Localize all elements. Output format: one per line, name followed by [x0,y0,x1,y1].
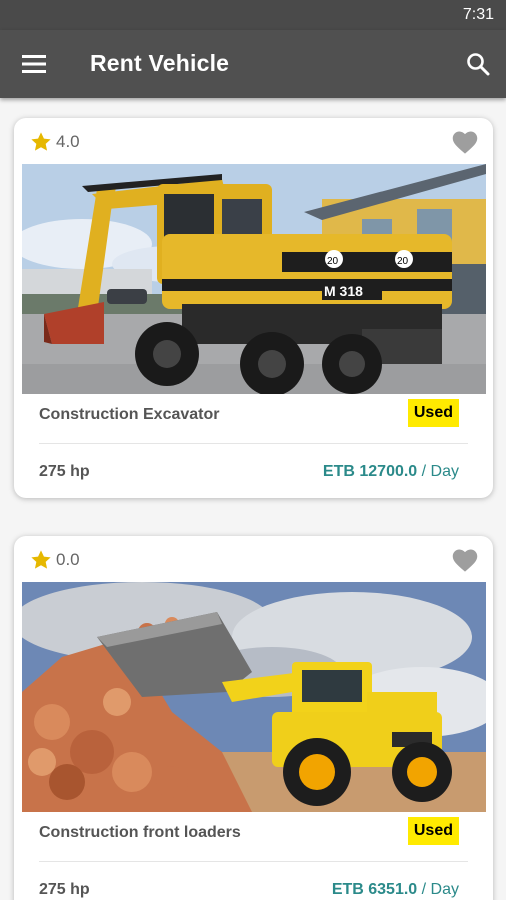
vehicle-name: Construction Excavator [39,406,220,423]
divider [39,861,468,862]
vehicle-list: 4.0 M 318 20 20 Construction Excavator U… [0,98,506,900]
condition-badge: Used [407,399,459,427]
rating-value: 0.0 [56,550,80,569]
rating-value: 4.0 [56,132,80,151]
search-icon [467,53,490,76]
divider [39,443,468,444]
rating: 4.0 [30,131,80,153]
status-bar: 7:31 [0,0,506,30]
price-unit: / Day [421,881,459,898]
heart-icon [452,131,478,154]
rating: 0.0 [30,549,80,571]
vehicle-card[interactable]: 4.0 M 318 20 20 Construction Excavator U… [14,118,493,498]
favorite-button[interactable] [451,547,479,573]
price-amount: ETB 12700.0 [322,463,418,480]
search-button[interactable] [460,47,496,81]
price-unit: / Day [421,463,459,480]
menu-button[interactable] [16,47,52,81]
price-amount: ETB 6351.0 [331,881,418,898]
vehicle-price: ETB 6351.0 / Day [332,881,459,899]
vehicle-power: 275 hp [39,881,90,898]
vehicle-card[interactable]: 0.0 Construction front loaders Used 275 … [14,536,493,900]
heart-icon [452,549,478,572]
vehicle-photo-front-loader [22,582,486,812]
excavator-number-right: 20 [397,256,409,267]
star-icon [31,550,51,569]
app-bar: Rent Vehicle [0,30,506,98]
vehicle-price: ETB 12700.0 / Day [323,463,459,481]
vehicle-name: Construction front loaders [39,824,241,841]
condition-badge: Used [407,817,459,845]
favorite-button[interactable] [451,129,479,155]
status-time: 7:31 [462,6,494,23]
hamburger-menu-icon [22,55,46,73]
page-title: Rent Vehicle [90,50,230,76]
vehicle-power: 275 hp [39,463,90,480]
star-icon [31,132,51,151]
excavator-model-label: M 318 [324,283,363,299]
excavator-number-left: 20 [327,256,339,267]
vehicle-photo-excavator: M 318 20 20 [22,164,486,394]
